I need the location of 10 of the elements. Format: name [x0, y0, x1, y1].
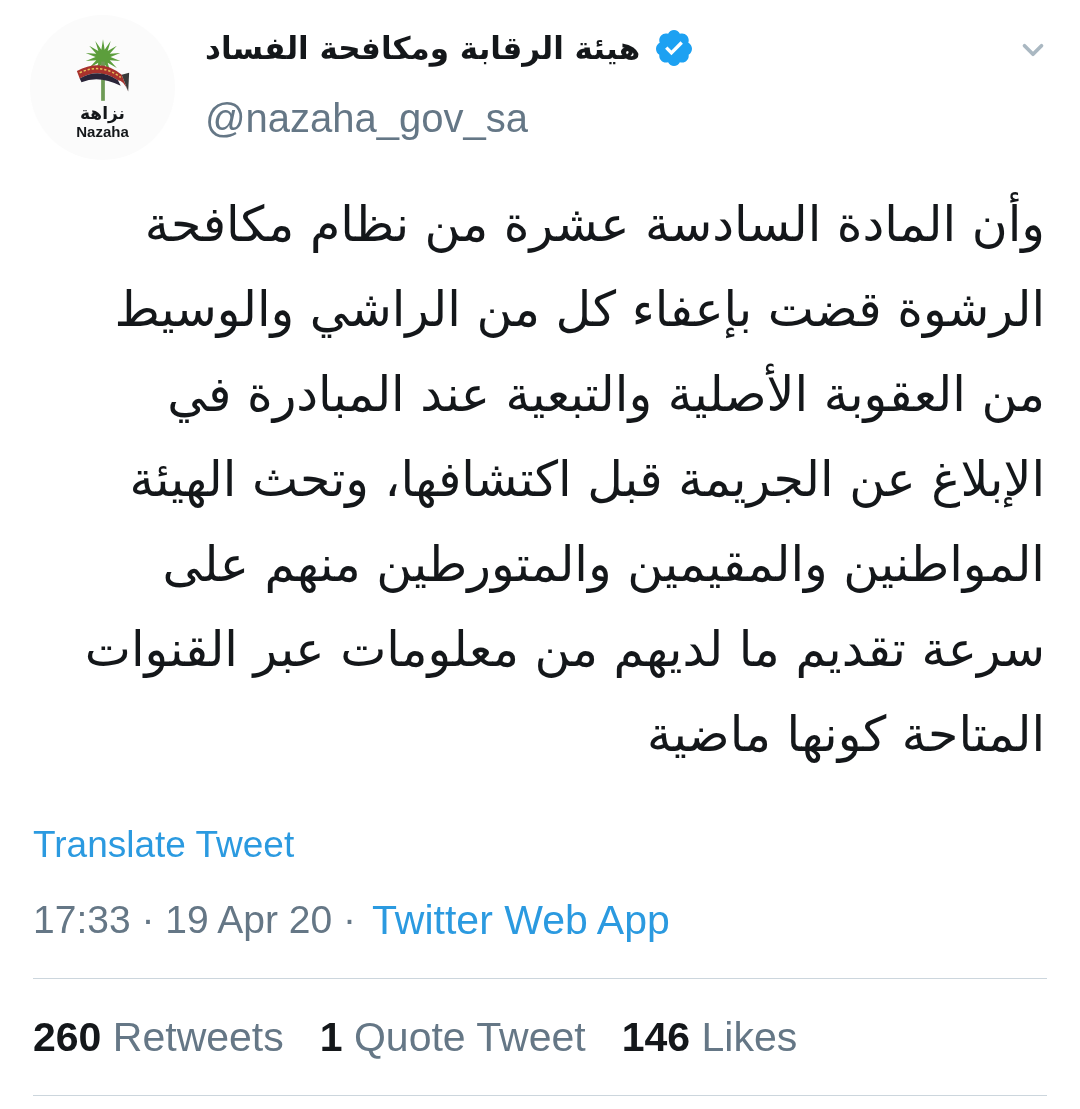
engagement-stat-link[interactable]: 260 Retweets — [33, 1015, 284, 1059]
author-name[interactable]: هيئة الرقابة ومكافحة الفساد — [205, 26, 641, 70]
engagement-stat-link[interactable]: 1 Quote Tweet — [319, 1015, 586, 1059]
engagement-stat-link[interactable]: 146 Likes — [621, 1015, 798, 1059]
palm-tree-logo-icon — [74, 39, 131, 101]
logo-latin-text: Nazaha — [76, 123, 129, 140]
tweet-text: وأن المادة السادسة عشرة من نظام مكافحة الرشوة قضت بإعفاء كل من الراشي والوسيط من العقوبة الأصلية والتبعية عند المبادرة في الإبلاغ عن الجريمة قبل اكتشافها، وتحث الهيئة المواطنين والمقيمين والمتورطين منهم على سرعة تقديم ما لديهم من معلومات عبر القنوات المتاحة كونها ماضية — [33, 182, 1045, 777]
tweet-timestamp: 17:33 · 19 Apr 20 · — [33, 898, 357, 942]
logo-arabic-text: نزاهة — [80, 103, 125, 123]
author-handle[interactable]: @nazaha_gov_sa — [205, 96, 693, 140]
